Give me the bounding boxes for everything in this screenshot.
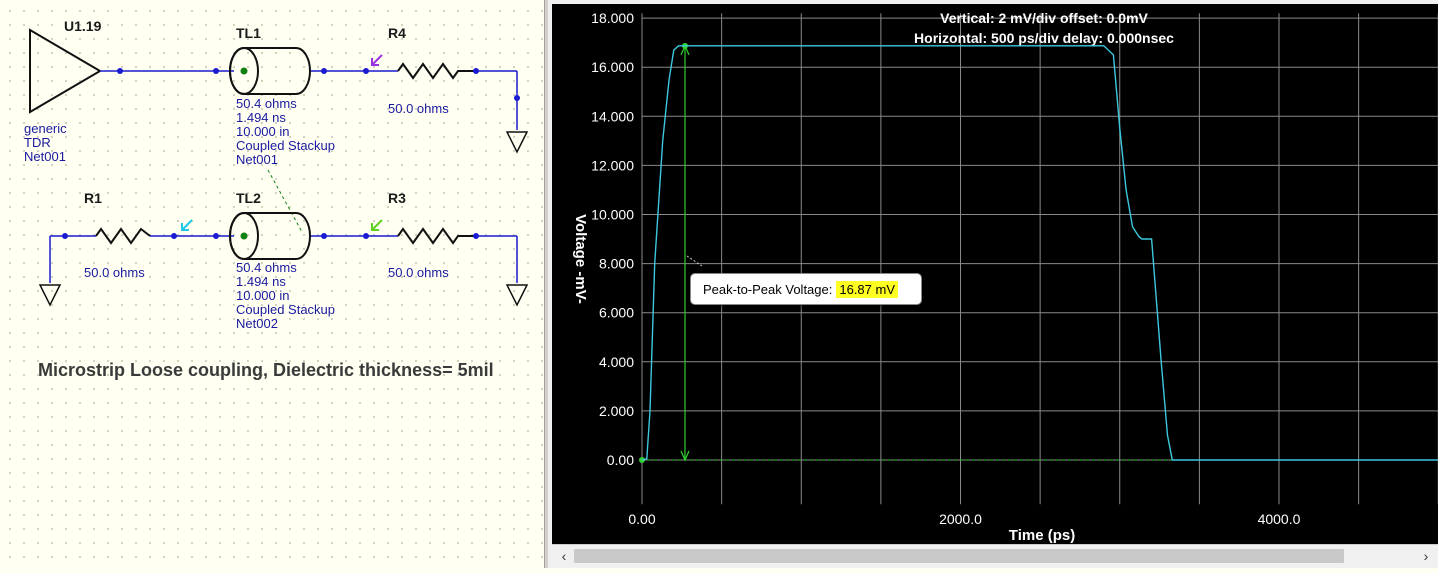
horizontal-scale-readout: Horizontal: 500 ps/div delay: 0.000nsec bbox=[914, 30, 1174, 46]
x-tick-label: 2000.0 bbox=[939, 511, 982, 527]
ground-icon bbox=[505, 284, 529, 307]
probe-r3-icon[interactable] bbox=[371, 219, 383, 231]
y-tick-label: 0.00 bbox=[607, 452, 634, 468]
scrollbar-thumb[interactable] bbox=[574, 549, 1344, 563]
y-tick-label: 12.000 bbox=[591, 157, 634, 173]
tl1-net: Net001 bbox=[236, 152, 278, 167]
tooltip-leader bbox=[686, 255, 703, 267]
tl1-length: 10.000 in bbox=[236, 124, 290, 139]
u1-model-label: TDR bbox=[24, 135, 51, 150]
u1-type-label: generic bbox=[24, 121, 67, 136]
x-axis-label: Time (ps) bbox=[1009, 527, 1075, 544]
probe-r1-icon[interactable] bbox=[181, 219, 193, 231]
u1-ref-label: U1.19 bbox=[64, 18, 102, 34]
resistor-r4[interactable] bbox=[397, 62, 476, 80]
resistor-r3[interactable] bbox=[397, 227, 476, 245]
y-tick-label: 8.000 bbox=[599, 256, 634, 272]
tl1-stackup: Coupled Stackup bbox=[236, 138, 335, 153]
tooltip-value: 16.87 mV bbox=[836, 280, 899, 298]
y-tick-label: 14.000 bbox=[591, 108, 634, 124]
tl2-net: Net002 bbox=[236, 316, 278, 331]
r1-ref-label: R1 bbox=[84, 190, 102, 206]
tl1-delay: 1.494 ns bbox=[236, 110, 286, 125]
y-tick-label: 16.000 bbox=[591, 59, 634, 75]
y-tick-label: 2.000 bbox=[599, 403, 634, 419]
scroll-right-icon[interactable]: › bbox=[1416, 547, 1436, 565]
coupling-link bbox=[267, 169, 303, 233]
y-tick-label: 10.000 bbox=[591, 207, 634, 223]
ground-icon bbox=[505, 131, 529, 154]
scroll-left-icon[interactable]: ‹ bbox=[554, 547, 574, 565]
tl1-ref-label: TL1 bbox=[236, 25, 261, 41]
tl2-ref-label: TL2 bbox=[236, 190, 261, 206]
schematic-canvas[interactable]: U1.19 generic TDR Net001 TL1 50.4 ohms 1… bbox=[0, 0, 544, 568]
schematic-drawing: U1.19 generic TDR Net001 TL1 50.4 ohms 1… bbox=[24, 18, 529, 380]
r3-value: 50.0 ohms bbox=[388, 265, 449, 280]
oscilloscope-panel: 0.00 2.000 4.000 6.000 8.000 10.000 12.000 14.0… bbox=[548, 0, 1438, 568]
ground-icon bbox=[38, 284, 62, 307]
tdr-source-u1[interactable] bbox=[29, 28, 102, 114]
tooltip-label: Peak-to-Peak Voltage: bbox=[703, 281, 833, 297]
transmission-line-tl1[interactable] bbox=[229, 47, 311, 95]
horizontal-scrollbar[interactable]: ‹ › bbox=[552, 544, 1438, 568]
schematic-caption: Microstrip Loose coupling, Dielectric th… bbox=[38, 360, 494, 380]
x-tick-label: 4000.0 bbox=[1258, 511, 1301, 527]
tl2-length: 10.000 in bbox=[236, 288, 290, 303]
y-tick-label: 18.000 bbox=[591, 10, 634, 26]
y-axis-label: Voltage -mV- bbox=[572, 214, 589, 304]
u1-net-label: Net001 bbox=[24, 149, 66, 164]
waveform-plot[interactable]: 0.00 2.000 4.000 6.000 8.000 10.000 12.000 14.0… bbox=[552, 4, 1438, 544]
peak-to-peak-tooltip: Peak-to-Peak Voltage: 16.87 mV bbox=[690, 273, 922, 305]
transmission-line-tl2[interactable] bbox=[229, 212, 311, 260]
net001-nodes bbox=[117, 68, 520, 101]
y-tick-label: 4.000 bbox=[599, 354, 634, 370]
tl2-delay: 1.494 ns bbox=[236, 274, 286, 289]
vertical-scale-readout: Vertical: 2 mV/div offset: 0.0mV bbox=[940, 10, 1148, 26]
plot-grid bbox=[641, 13, 1438, 505]
tl2-impedance: 50.4 ohms bbox=[236, 260, 297, 275]
tl2-stackup: Coupled Stackup bbox=[236, 302, 335, 317]
r3-ref-label: R3 bbox=[388, 190, 406, 206]
probe-r4-icon[interactable] bbox=[371, 54, 383, 66]
r1-value: 50.0 ohms bbox=[84, 265, 145, 280]
resistor-r1[interactable] bbox=[95, 227, 151, 245]
r4-value: 50.0 ohms bbox=[388, 101, 449, 116]
r4-ref-label: R4 bbox=[388, 25, 406, 41]
y-tick-labels: 0.00 2.000 4.000 6.000 8.000 10.000 12.000 14.0… bbox=[591, 10, 634, 468]
tl1-impedance: 50.4 ohms bbox=[236, 96, 297, 111]
waveform-chart: 0.00 2.000 4.000 6.000 8.000 10.000 12.000 14.0… bbox=[572, 10, 1438, 544]
peak-to-peak-marker[interactable] bbox=[639, 42, 1438, 463]
y-tick-label: 6.000 bbox=[599, 305, 634, 321]
x-tick-labels: 0.00 2000.0 4000.0 bbox=[628, 511, 1300, 527]
x-tick-label: 0.00 bbox=[628, 511, 655, 527]
